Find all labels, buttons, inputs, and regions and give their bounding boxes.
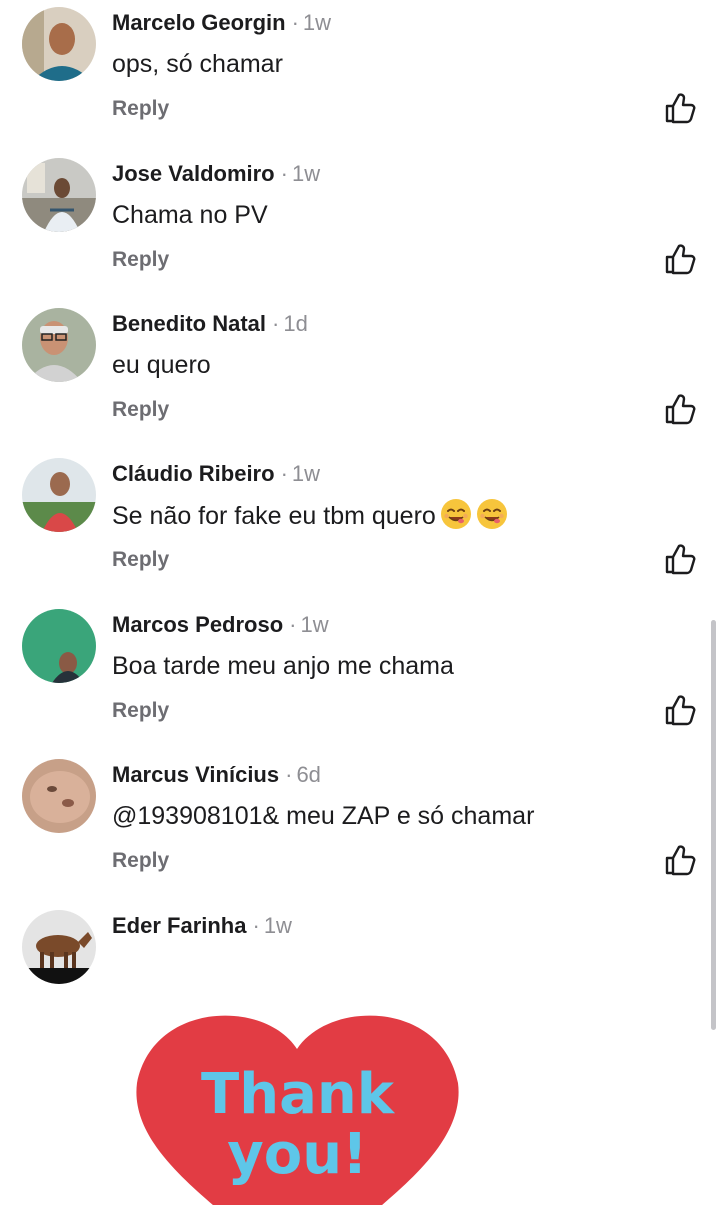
avatar[interactable]: [22, 458, 96, 532]
separator-dot: ·: [280, 161, 288, 186]
comment-time: 1d: [283, 311, 308, 336]
comment-item: Marcus Vinícius · 6d @193908101& meu ZAP e…: [0, 759, 725, 909]
comment-text: ops, só chamar: [112, 50, 283, 78]
thumbs-up-icon[interactable]: [663, 843, 697, 877]
reply-button[interactable]: Reply: [112, 95, 169, 123]
thumbs-up-icon[interactable]: [663, 91, 697, 125]
comment-header: Benedito Natal · 1d: [112, 310, 308, 338]
commenter-name[interactable]: Marcelo Georgin: [112, 10, 286, 35]
reply-button[interactable]: Reply: [112, 847, 169, 875]
comment-header: Cláudio Ribeiro · 1w: [112, 460, 320, 488]
reply-button[interactable]: Reply: [112, 396, 169, 424]
comment-time: 1w: [291, 461, 321, 486]
avatar[interactable]: [22, 308, 96, 382]
comment-text-content: Se não for fake eu tbm quero: [112, 502, 436, 530]
comment-time: 1w: [263, 913, 292, 938]
reply-button[interactable]: Reply: [112, 697, 169, 725]
commenter-name[interactable]: Eder Farinha: [112, 913, 246, 938]
comment-header: Eder Farinha · 1w: [112, 912, 292, 940]
commenter-name[interactable]: Marcos Pedroso: [112, 612, 283, 637]
thumbs-up-icon[interactable]: [663, 542, 697, 576]
separator-dot: ·: [291, 10, 299, 35]
comment-item: Benedito Natal · 1d eu quero Reply: [0, 308, 725, 458]
commenter-name[interactable]: Jose Valdomiro: [112, 161, 275, 186]
separator-dot: ·: [252, 913, 260, 938]
avatar[interactable]: [22, 910, 96, 984]
separator-dot: ·: [285, 762, 293, 787]
comment-item: Marcelo Georgin · 1w ops, só chamar Reply: [0, 7, 725, 157]
comment-time: 1w: [291, 161, 321, 186]
separator-dot: ·: [289, 612, 297, 637]
thumbs-up-icon[interactable]: [663, 693, 697, 727]
comment-time: 6d: [296, 762, 321, 787]
avatar[interactable]: [22, 759, 96, 833]
comment-header: Marcos Pedroso · 1w: [112, 611, 329, 639]
separator-dot: ·: [280, 461, 288, 486]
reply-button[interactable]: Reply: [112, 546, 169, 574]
comment-text: Boa tarde meu anjo me chama: [112, 652, 454, 680]
thumbs-up-icon[interactable]: [663, 392, 697, 426]
separator-dot: ·: [272, 311, 280, 336]
avatar[interactable]: [22, 609, 96, 683]
comment-header: Jose Valdomiro · 1w: [112, 160, 320, 188]
smiling-face-emoji-icon: [476, 498, 508, 530]
reply-button[interactable]: Reply: [112, 246, 169, 274]
comment-time: 1w: [300, 612, 329, 637]
sticker-text-line-1: Thank: [201, 1062, 394, 1127]
comment-header: Marcelo Georgin · 1w: [112, 9, 331, 37]
scrollbar[interactable]: [711, 620, 716, 1030]
sticker-text-line-2: you!: [227, 1122, 368, 1187]
comment-text: eu quero: [112, 351, 211, 379]
commenter-name[interactable]: Cláudio Ribeiro: [112, 461, 275, 486]
comment-text: @193908101& meu ZAP e só chamar: [112, 802, 535, 830]
commenter-name[interactable]: Marcus Vinícius: [112, 762, 279, 787]
avatar[interactable]: [22, 7, 96, 81]
commenter-name[interactable]: Benedito Natal: [112, 311, 266, 336]
avatar[interactable]: [22, 158, 96, 232]
comment-header: Marcus Vinícius · 6d: [112, 761, 321, 789]
comment-item: Marcos Pedroso · 1w Boa tarde meu anjo me …: [0, 609, 725, 759]
smiling-face-emoji-icon: [440, 498, 472, 530]
comment-item: Cláudio Ribeiro · 1w Se não for fake eu tb…: [0, 458, 725, 608]
comment-text: Chama no PV: [112, 201, 268, 229]
thumbs-up-icon[interactable]: [663, 242, 697, 276]
comment-item: Jose Valdomiro · 1w Chama no PV Reply: [0, 158, 725, 308]
thank-you-sticker[interactable]: Thank you!: [135, 1005, 460, 1205]
comment-text: Se não for fake eu tbm quero: [112, 498, 508, 533]
comment-time: 1w: [302, 10, 332, 35]
